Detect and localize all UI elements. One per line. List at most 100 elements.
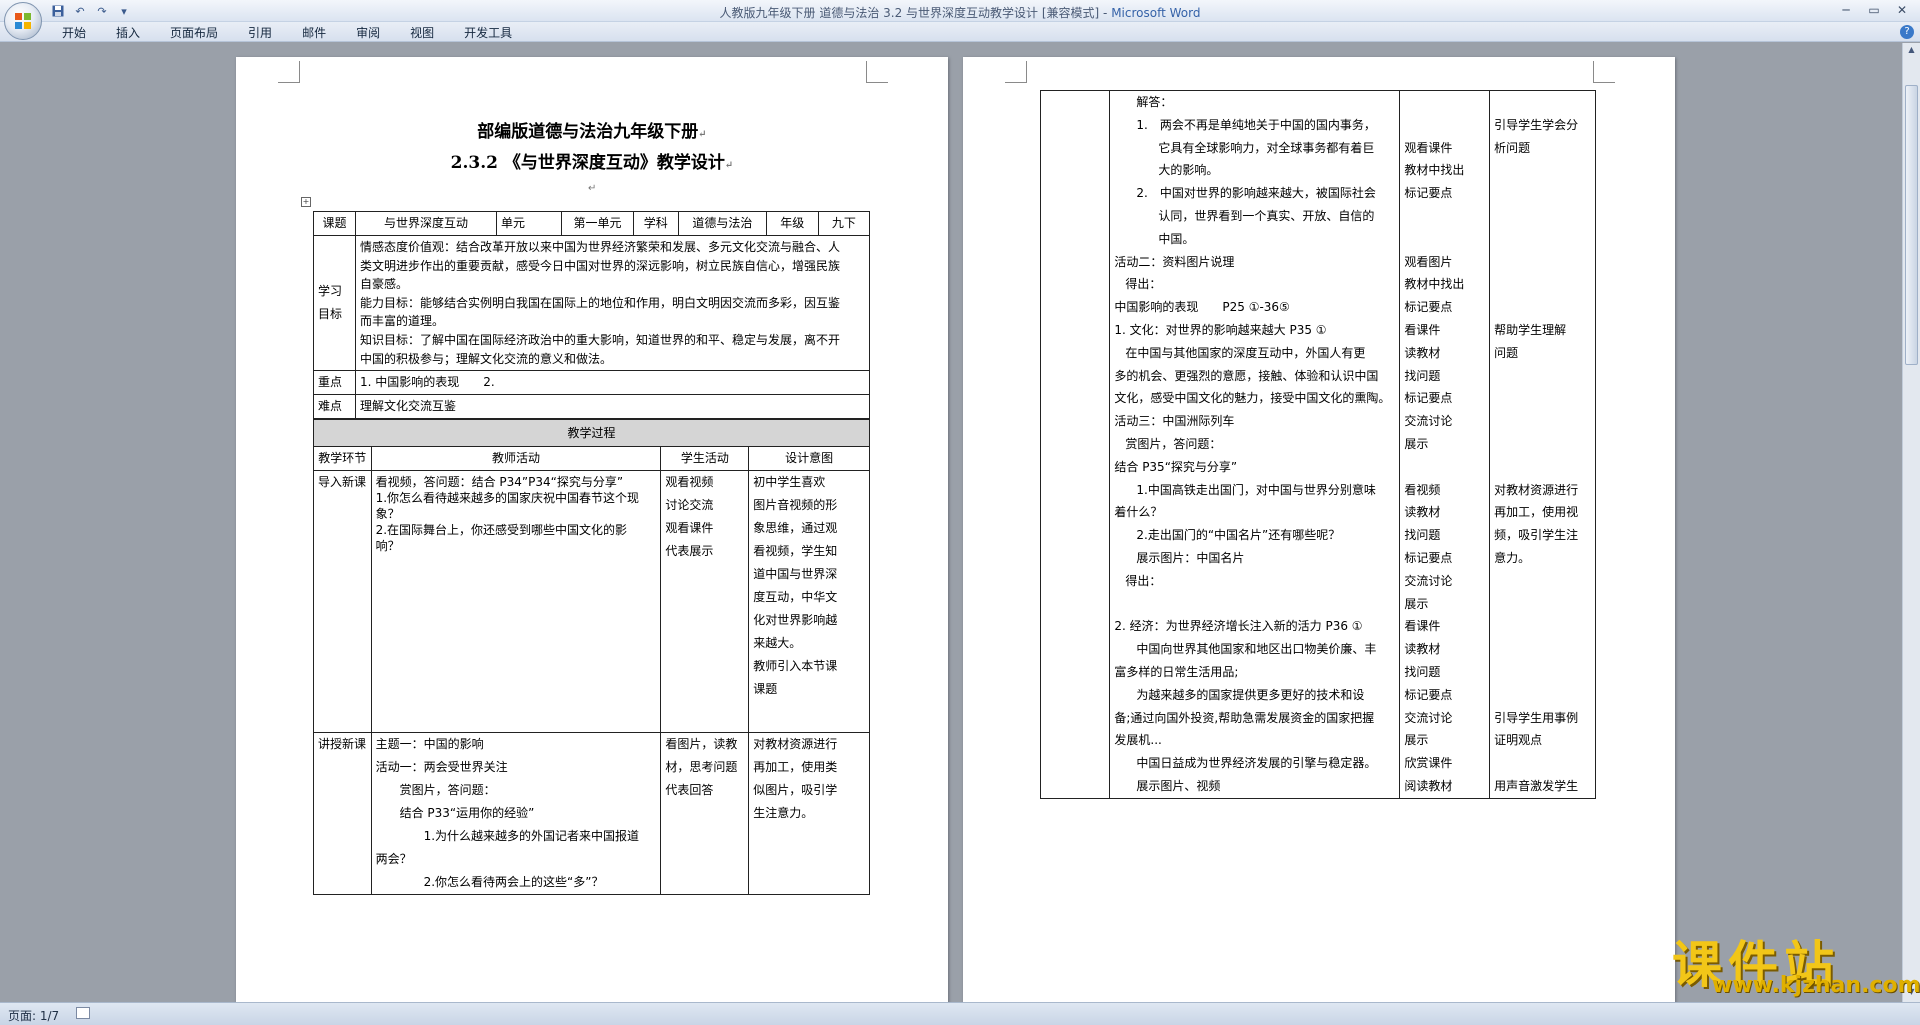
tab-insert[interactable]: 插入 (114, 24, 142, 41)
tab-home[interactable]: 开始 (60, 24, 88, 41)
student-line: 展示 (1404, 436, 1429, 451)
title-bar: ↶ ↷ ▾ 人教版九年级下册 道德与法治 3.2 与世界深度互动教学设计 [兼容… (0, 0, 1920, 40)
scroll-thumb[interactable] (1905, 85, 1918, 365)
help-icon[interactable]: ? (1900, 25, 1914, 39)
teacher-line: 1. 两会不再是单纯地关于中国的国内事务， (1136, 117, 1376, 132)
student-line: 展示 (1404, 596, 1429, 611)
table-row: 导入新课 看视频，答问题：结合 P34”P34“探究与分享” 1.你怎么看待越来… (313, 470, 870, 733)
close-icon[interactable]: ✕ (1888, 0, 1916, 20)
student-line: 读教材 (1404, 505, 1441, 520)
student-line: 交流讨论 (1404, 414, 1453, 429)
teacher-line: 中国。 (1158, 231, 1195, 246)
tab-review[interactable]: 审阅 (354, 24, 382, 41)
intent-line (1494, 251, 1591, 274)
document-title: 部编版道德与法治九年级下册↵ (477, 122, 707, 142)
intent-line (1494, 273, 1591, 296)
col-student: 学生活动 (660, 446, 750, 471)
teacher-line: 1.中国高铁走出国门，对中国与世界分别意味 (1136, 482, 1376, 497)
key-value: 1. 中国影响的表现 2. (355, 370, 870, 396)
student-activity-continued: 观看课件 教材中找出 标记要点 观看图片 教材中找出 标记要点 看课件 读教材 找问题 标记要点交… (1399, 90, 1491, 799)
paragraph-mark: ↵ (588, 183, 597, 194)
teacher-line: 在中国与其他国家的深度互动中，外国人有更 (1125, 345, 1366, 360)
intent-line: 意力。 (1494, 550, 1531, 565)
proofing-icon[interactable] (76, 1007, 90, 1019)
tab-view[interactable]: 视图 (408, 24, 436, 41)
student-line: 标记要点 (1404, 186, 1453, 201)
teacher-line: 发展机... (1114, 733, 1162, 748)
intent-line (1494, 365, 1591, 388)
teacher-activity-continued: 解答： 1. 两会不再是单纯地关于中国的国内事务， 它具有全球影响力，对全球事务都有… (1109, 90, 1401, 799)
student-line: 读教材 (1404, 642, 1441, 657)
student-line (1404, 228, 1485, 251)
table-row: 教学过程 (313, 419, 870, 447)
intent-line (1494, 410, 1591, 433)
document-subtitle: 2.3.2 《与世界深度互动》教学设计↵ (450, 153, 734, 173)
teacher-line: 富多样的日常生活用品; (1114, 664, 1239, 679)
student-line: 标记要点 (1404, 391, 1453, 406)
intent-line: 用声音激发学生 (1494, 778, 1579, 793)
teacher-line: 着什么？ (1114, 505, 1163, 520)
intent-line: 对教材资源进行 (1494, 482, 1579, 497)
col-teacher: 教师活动 (370, 446, 662, 471)
intent-line (1494, 387, 1591, 410)
teacher-line: 中国向世界其他国家和地区出口物美价廉、丰 (1136, 642, 1377, 657)
intent-line: 帮助学生理解 (1494, 322, 1567, 337)
tab-developer[interactable]: 开发工具 (462, 24, 514, 41)
teacher-line: 得出： (1125, 277, 1162, 292)
scroll-up-icon[interactable]: ▲ (1905, 45, 1918, 58)
table-move-handle[interactable]: + (301, 197, 311, 207)
teacher-line: 为越来越多的国家提供更多更好的技术和设 (1136, 687, 1365, 702)
teacher-line: 2. 中国对世界的影响越来越大，被国际社会 (1136, 186, 1376, 201)
document-page-1: 部编版道德与法治九年级下册↵ 2.3.2 《与世界深度互动》教学设计↵ ↵ + … (236, 57, 948, 1002)
intent-line (1494, 159, 1591, 182)
table-row: 重点 1. 中国影响的表现 2. (312, 370, 870, 396)
teacher-activity-intro: 看视频，答问题：结合 P34”P34“探究与分享” 1.你怎么看待越来越多的国家… (370, 470, 662, 733)
table-row: 难点 理解文化交流互鉴 (312, 394, 870, 420)
vertical-scrollbar[interactable]: ▲ ▼ (1902, 43, 1920, 1002)
intent-line: 问题 (1494, 345, 1519, 360)
teacher-line: 备;通过向国外投资,帮助急需发展资金的国家把握 (1114, 710, 1375, 725)
table-row: 课题 与世界深度互动 单元 第一单元 学科 道德与法治 年级 九下 (312, 211, 871, 236)
table-row: 学习 目标 情感态度价值观：结合改革开放以来中国为世界经济繁荣和发展、多元文化交流… (312, 234, 870, 372)
student-line: 找问题 (1404, 528, 1441, 543)
grade-value: 九下 (817, 211, 871, 236)
maximize-icon[interactable]: ▭ (1860, 0, 1888, 20)
teacher-line: 展示图片、视频 (1136, 778, 1221, 793)
intent-line (1494, 205, 1591, 228)
intent-line (1494, 684, 1591, 707)
intent-line: 证明观点 (1494, 733, 1543, 748)
student-line: 找问题 (1404, 368, 1441, 383)
teaching-process-table-continued: 解答： 1. 两会不再是单纯地关于中国的国内事务， 它具有全球影响力，对全球事务都有… (1039, 90, 1596, 799)
student-line: 观看课件 (1404, 140, 1453, 155)
teacher-line: 2. 经济：为世界经济增长注入新的活力 P36 ① (1114, 619, 1363, 634)
design-intent-intro: 初中学生喜欢 图片音视频的形 象思维，通过观 看视频，学生知 道中国与世界深 度互动，… (748, 470, 870, 733)
minimize-icon[interactable]: ─ (1832, 0, 1860, 20)
teacher-line: 认同，世界看到一个真实、开放、自信的 (1158, 208, 1375, 223)
student-line (1404, 205, 1485, 228)
window-controls: ─ ▭ ✕ (1832, 0, 1916, 20)
student-line: 找问题 (1404, 664, 1441, 679)
tab-mailings[interactable]: 邮件 (300, 24, 328, 41)
student-line: 读教材 (1404, 345, 1441, 360)
stage-cell-continued (1039, 90, 1111, 799)
col-stage: 教学环节 (313, 446, 372, 471)
student-line: 看课件 (1404, 322, 1441, 337)
intent-line: 引导学生用事例 (1494, 710, 1579, 725)
stage-new-lesson: 讲授新课 (313, 732, 372, 895)
status-bar: 页面: 1/7 (0, 1002, 1920, 1025)
intent-line: 再加工，使用视 (1494, 505, 1579, 520)
page-counter[interactable]: 页面: 1/7 (8, 1007, 59, 1024)
document-workspace: 部编版道德与法治九年级下册↵ 2.3.2 《与世界深度互动》教学设计↵ ↵ + … (0, 43, 1902, 1002)
student-line: 欣赏课件 (1404, 756, 1453, 771)
office-button[interactable] (4, 2, 42, 40)
intent-line: 引导学生学会分 (1494, 117, 1579, 132)
tab-references[interactable]: 引用 (246, 24, 274, 41)
intent-line (1494, 638, 1591, 661)
stage-intro: 导入新课 (313, 470, 372, 733)
learning-goals: 情感态度价值观：结合改革开放以来中国为世界经济繁荣和发展、多元文化交流与融合、人… (355, 234, 870, 372)
teacher-line: 解答： (1136, 95, 1173, 109)
tab-page-layout[interactable]: 页面布局 (168, 24, 220, 41)
student-line (1404, 114, 1485, 137)
student-line: 标记要点 (1404, 687, 1453, 702)
difficulty-label: 难点 (312, 394, 357, 420)
